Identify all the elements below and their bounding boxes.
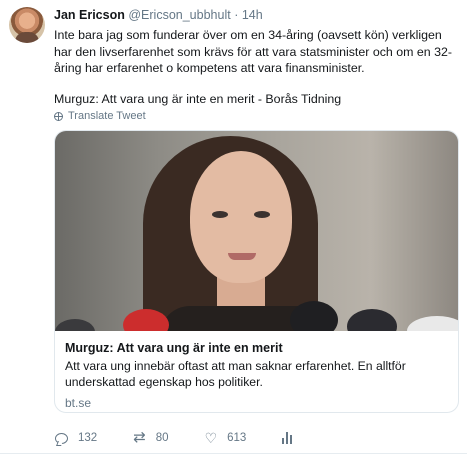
microphone xyxy=(290,301,338,331)
avatar[interactable] xyxy=(9,7,45,43)
card-image-mouth xyxy=(228,253,256,260)
card-image xyxy=(55,131,458,331)
author-handle[interactable]: @Ericson_ubbhult xyxy=(128,8,230,22)
author-name[interactable]: Jan Ericson xyxy=(54,8,125,22)
reply-count: 132 xyxy=(78,432,98,444)
separator-dot: · xyxy=(234,8,239,22)
tweet-text-paragraph-1: Inte bara jag som funderar över om en 34… xyxy=(54,28,453,75)
retweet-button[interactable]: ⇄ 80 xyxy=(133,429,169,446)
reply-button[interactable]: 132 xyxy=(55,432,97,444)
tweet[interactable]: Jan Ericson @Ericson_ubbhult · 14h Inte … xyxy=(0,0,467,454)
reply-icon xyxy=(55,432,68,444)
tweet-text: Inte bara jag som funderar över om en 34… xyxy=(54,27,454,107)
tweet-actions: 132 ⇄ 80 ♡ 613 xyxy=(55,429,328,446)
microphone xyxy=(347,309,397,331)
tweet-text-paragraph-2: Murguz: Att vara ung är inte en merit - … xyxy=(54,91,342,106)
analytics-icon xyxy=(282,432,293,444)
heart-icon: ♡ xyxy=(204,430,218,446)
tweet-time[interactable]: 14h xyxy=(242,8,263,22)
analytics-button[interactable] xyxy=(282,432,293,444)
card-image-face xyxy=(190,151,292,283)
like-button[interactable]: ♡ 613 xyxy=(204,430,247,446)
translate-tweet-link[interactable]: Translate Tweet xyxy=(54,110,146,122)
tweet-header: Jan Ericson @Ericson_ubbhult · 14h xyxy=(54,8,263,22)
card-title: Murguz: Att vara ung är inte en merit xyxy=(65,341,283,355)
card-domain: bt.se xyxy=(65,396,92,410)
microphone xyxy=(55,319,95,331)
retweet-count: 80 xyxy=(155,432,169,444)
link-card[interactable]: Murguz: Att vara ung är inte en merit At… xyxy=(54,130,459,413)
like-count: 613 xyxy=(227,432,247,444)
card-image-eye-left xyxy=(212,211,228,218)
card-image-eye-right xyxy=(254,211,270,218)
microphone xyxy=(407,316,458,331)
globe-icon xyxy=(54,111,63,121)
translate-label: Translate Tweet xyxy=(68,110,146,122)
retweet-icon: ⇄ xyxy=(133,429,146,446)
card-body: Murguz: Att vara ung är inte en merit At… xyxy=(55,331,458,410)
card-description: Att vara ung innebär oftast att man sakn… xyxy=(65,359,406,389)
